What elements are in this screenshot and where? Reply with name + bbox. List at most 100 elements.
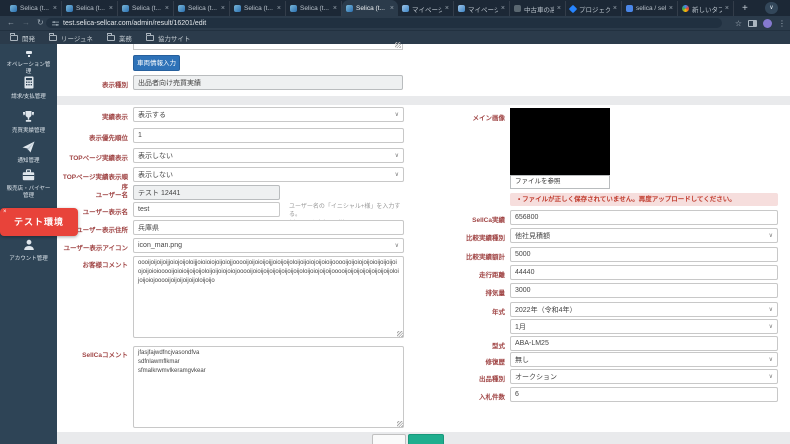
form-row-hikaku-total: 比較実績額計 — [440, 247, 778, 263]
trophy-icon — [22, 110, 35, 123]
test-environment-ribbon: × テスト環境 — [0, 208, 78, 236]
tab-selica-4[interactable]: Selica (t...× — [174, 1, 230, 16]
close-icon[interactable]: × — [613, 5, 617, 12]
repair-select[interactable]: 無し∨ — [510, 352, 778, 367]
user-name-value: テスト 12441 — [133, 185, 280, 200]
sidebar-item-notification[interactable]: 通知管理 — [0, 140, 57, 165]
browser-toolbar: ← → ↻ test.selica-sellcar.com/admin/resu… — [0, 16, 790, 30]
close-icon[interactable]: × — [669, 5, 673, 12]
truncated-textarea[interactable] — [133, 44, 403, 50]
tab-mypage-1[interactable]: マイページ |× — [398, 1, 454, 16]
hikaku-type-select[interactable]: 他社見積額∨ — [510, 228, 778, 243]
folder-icon — [146, 35, 154, 41]
top-order-select[interactable]: 表示しない∨ — [133, 167, 404, 182]
bookmark-folder-dev[interactable]: 開発 — [10, 33, 35, 43]
back-button[interactable] — [372, 434, 406, 444]
form-row-month: 1月∨ — [440, 319, 778, 335]
sidebar-item-billing[interactable]: 請求/支払管理 — [0, 76, 57, 101]
sidebar-item-dealer-buyer[interactable]: 販売店・バイヤー管理 — [0, 168, 57, 200]
close-icon[interactable]: × — [165, 5, 169, 12]
side-panel-icon[interactable] — [748, 20, 757, 27]
profile-avatar[interactable] — [763, 19, 772, 28]
sidebar-item-account[interactable]: アカウント管理 — [0, 238, 57, 263]
selica-favicon — [10, 5, 17, 12]
form-row-repair: 修復歴 無し∨ — [440, 352, 778, 368]
resize-handle[interactable] — [397, 421, 403, 427]
close-icon[interactable]: × — [557, 5, 561, 12]
vehicle-info-button[interactable]: 車両情報入力 — [133, 55, 180, 71]
close-icon[interactable]: × — [3, 209, 8, 215]
close-icon[interactable]: × — [53, 5, 57, 12]
top-display-select[interactable]: 表示しない∨ — [133, 148, 404, 163]
form-row-top-display: TOPページ実績表示 表示しない∨ — [57, 148, 404, 164]
submit-button[interactable] — [408, 434, 444, 444]
form-row-displacement: 排気量 — [440, 283, 778, 299]
sellca-jisseki-input[interactable] — [510, 210, 778, 225]
forward-icon[interactable]: → — [22, 16, 30, 30]
bookmark-star-icon[interactable]: ☆ — [735, 19, 742, 28]
customer-comment-textarea[interactable]: oooijoijoijoijjoiojoijoloijjoioioiojoijo… — [133, 256, 404, 338]
year-select[interactable]: 2022年（令和4年）∨ — [510, 302, 778, 317]
address-bar[interactable]: test.selica-sellcar.com/admin/result/162… — [46, 18, 722, 28]
bookmark-folder-partner[interactable]: 協力サイト — [146, 33, 191, 43]
tab-selica-6[interactable]: Selica (t...× — [286, 1, 342, 16]
tab-selica-2[interactable]: Selica (t...× — [62, 1, 118, 16]
admin-page: オペレーション管理 請求/支払管理 売買実績管理 通知管理 販売店・バイヤー管理 — [0, 44, 790, 444]
user-icon-select[interactable]: icon_man.png∨ — [133, 238, 404, 253]
close-icon[interactable]: × — [445, 5, 449, 12]
resize-handle[interactable] — [395, 42, 401, 48]
refresh-icon[interactable]: ↻ — [37, 16, 44, 30]
tab-project[interactable]: プロジェクト× — [566, 1, 622, 16]
chevron-down-icon: ∨ — [769, 323, 773, 330]
tab-search-chevron-icon[interactable]: ∨ — [765, 2, 778, 14]
tab-selica-active[interactable]: Selica (t...× — [342, 0, 398, 16]
close-icon[interactable]: × — [333, 5, 337, 12]
tab-selica-repo[interactable]: selica / sel...× — [622, 1, 678, 16]
close-icon[interactable]: × — [725, 5, 729, 12]
main-image-label: メイン画像 — [440, 112, 505, 122]
hikaku-total-input[interactable] — [510, 247, 778, 262]
tab-mypage-2[interactable]: マイページ |× — [454, 1, 510, 16]
site-settings-icon[interactable] — [52, 20, 59, 27]
back-icon[interactable]: ← — [7, 16, 15, 30]
listing-type-select[interactable]: オークション∨ — [510, 369, 778, 384]
display-type-value: 出品者向け売買実績 — [133, 75, 403, 90]
tab-usedcar[interactable]: 中古車の高...× — [510, 1, 566, 16]
priority-input[interactable] — [133, 128, 404, 143]
tab-selica-3[interactable]: Selica (t...× — [118, 1, 174, 16]
repo-favicon — [626, 5, 633, 12]
user-display-name-input[interactable] — [133, 202, 280, 217]
tab-new[interactable]: 新しいタブ× — [678, 1, 734, 16]
form-row-jisseki: 実績表示 表示する∨ — [57, 107, 404, 123]
form-row-model: 型式 — [440, 336, 778, 352]
sellca-comment-textarea[interactable]: jfasjfajwdfncjvasondfva sdfnlawmflkmar s… — [133, 346, 404, 428]
form-row-mileage: 走行距離 — [440, 265, 778, 281]
bookmark-folder-regene[interactable]: リージュネ — [49, 33, 93, 43]
close-icon[interactable]: × — [277, 5, 281, 12]
folder-icon — [49, 35, 57, 41]
mileage-input[interactable] — [510, 265, 778, 280]
browse-file-button[interactable]: ファイルを参照 — [510, 175, 610, 189]
person-icon — [23, 239, 35, 251]
bids-input[interactable] — [510, 387, 778, 402]
jisseki-select[interactable]: 表示する∨ — [133, 107, 404, 122]
form-row-hikaku-type: 比較実績種別 他社見積額∨ — [440, 228, 778, 244]
close-icon[interactable]: × — [109, 5, 113, 12]
sidebar-item-results[interactable]: 売買実績管理 — [0, 110, 57, 135]
close-icon[interactable]: × — [501, 5, 505, 12]
menu-dots-icon[interactable]: ⋮ — [778, 19, 786, 28]
upload-error-message: • ファイルが正しく保存されていません。再度アップロードしてください。 — [510, 193, 778, 206]
chevron-down-icon: ∨ — [769, 356, 773, 363]
user-address-input[interactable] — [133, 220, 404, 235]
model-input[interactable] — [510, 336, 778, 351]
close-icon[interactable]: × — [390, 5, 394, 12]
resize-handle[interactable] — [397, 331, 403, 337]
displacement-input[interactable] — [510, 283, 778, 298]
month-select[interactable]: 1月∨ — [510, 319, 778, 334]
sidebar-item-operation[interactable]: オペレーション管理 — [0, 44, 57, 76]
new-tab-button[interactable]: + — [742, 2, 748, 16]
bookmark-folder-work[interactable]: 業務 — [107, 33, 132, 43]
tab-selica-5[interactable]: Selica (t...× — [230, 1, 286, 16]
close-icon[interactable]: × — [221, 5, 225, 12]
tab-selica-1[interactable]: Selica (t...× — [6, 1, 62, 16]
